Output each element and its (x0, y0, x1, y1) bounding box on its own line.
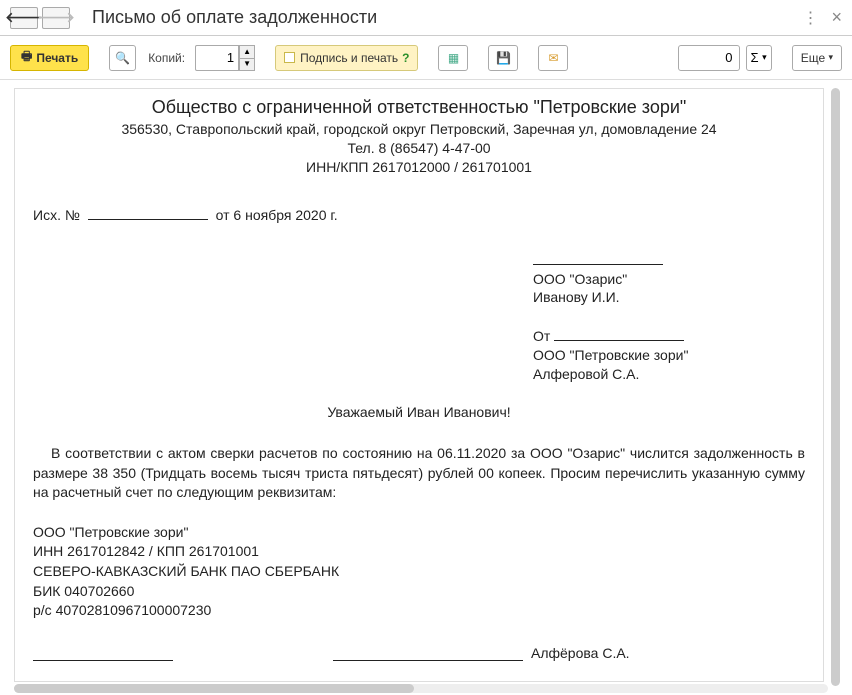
org-inn-kpp: ИНН/КПП 2617012000 / 261701001 (33, 158, 805, 177)
signature-row: Алфёрова С.А. (33, 645, 805, 661)
sign-button-label: Подпись и печать (300, 51, 398, 65)
nav-forward-button[interactable]: 🡒 (42, 7, 70, 29)
save-button[interactable]: 💾 (488, 45, 518, 71)
sum-function-button[interactable]: Σ ▾ (746, 45, 772, 71)
copies-up-button[interactable]: ▲ (239, 45, 255, 58)
checkbox-icon (284, 52, 295, 63)
close-icon[interactable]: × (831, 7, 842, 28)
sender-block: От ООО "Петровские зори" Алферовой С.А. (533, 327, 805, 384)
letter-body: В соответствии с актом сверки расчетов п… (33, 444, 805, 503)
printer-icon: 🖶 (21, 47, 32, 68)
recipient-person: Иванову И.И. (533, 289, 620, 305)
req-bank: СЕВЕРО-КАВКАЗСКИЙ БАНК ПАО СБЕРБАНК (33, 562, 805, 582)
kebab-menu-icon[interactable]: ⋮ (802, 8, 817, 28)
outgoing-ref: Исх. № от 6 ноября 2020 г. (33, 207, 805, 223)
req-org: ООО "Петровские зори" (33, 523, 805, 543)
preview-button[interactable]: 🔍 (109, 45, 136, 71)
document-viewport: Общество с ограниченной ответственностью… (0, 80, 852, 695)
sender-person: Алферовой С.А. (533, 366, 639, 382)
picture-icon: ▦ (448, 51, 459, 65)
picture-button[interactable]: ▦ (438, 45, 468, 71)
sign-and-stamp-button[interactable]: Подпись и печать ? (275, 45, 418, 71)
org-title: Общество с ограниченной ответственностью… (33, 97, 805, 118)
print-button-label: Печать (36, 51, 78, 65)
sigma-icon: Σ (751, 50, 759, 65)
nav-back-button[interactable]: 🡐 (10, 7, 38, 29)
sender-blank (554, 340, 684, 341)
req-account: р/с 40702810967100007230 (33, 601, 805, 621)
copies-spinner[interactable]: ▲ ▼ (195, 45, 255, 71)
from-label: От (533, 328, 550, 344)
ref-number-blank (88, 219, 208, 220)
document-page: Общество с ограниченной ответственностью… (14, 88, 824, 682)
recipient-block: ООО "Озарис" Иванову И.И. (533, 251, 805, 308)
req-bik: БИК 040702660 (33, 582, 805, 602)
org-phone: Тел. 8 (86547) 4-47-00 (33, 139, 805, 158)
sender-org: ООО "Петровские зори" (533, 347, 688, 363)
titlebar: 🡐 🡒 Письмо об оплате задолженности ⋮ × (0, 0, 852, 36)
ref-date: от 6 ноября 2020 г. (216, 207, 338, 223)
recipient-org: ООО "Озарис" (533, 271, 627, 287)
signature-blank-right (333, 660, 523, 661)
greeting: Уважаемый Иван Иванович! (33, 404, 805, 420)
horizontal-scrollbar[interactable] (14, 684, 828, 693)
ref-prefix: Исх. № (33, 207, 80, 223)
envelope-icon: ✉ (548, 51, 558, 65)
copies-down-button[interactable]: ▼ (239, 58, 255, 71)
req-inn: ИНН 2617012842 / КПП 261701001 (33, 542, 805, 562)
vertical-scrollbar[interactable] (831, 88, 840, 686)
window-title: Письмо об оплате задолженности (92, 7, 802, 28)
print-button[interactable]: 🖶 Печать (10, 45, 89, 71)
sum-input[interactable] (678, 45, 740, 71)
more-button-label: Еще (801, 51, 825, 65)
signature-blank-left (33, 660, 173, 661)
more-button[interactable]: Еще ▾ (792, 45, 842, 71)
floppy-icon: 💾 (496, 51, 511, 65)
toolbar: 🖶 Печать 🔍 Копий: ▲ ▼ Подпись и печать ?… (0, 36, 852, 80)
email-button[interactable]: ✉ (538, 45, 568, 71)
help-icon: ? (402, 51, 409, 65)
org-address: 356530, Ставропольский край, городской о… (33, 120, 805, 139)
magnifier-icon: 🔍 (115, 51, 130, 65)
requisites: ООО "Петровские зори" ИНН 2617012842 / К… (33, 523, 805, 621)
copies-label: Копий: (148, 51, 185, 65)
recipient-blank (533, 264, 663, 265)
copies-input[interactable] (195, 45, 239, 71)
horizontal-scrollbar-thumb[interactable] (14, 684, 414, 693)
signature-name: Алфёрова С.А. (531, 645, 630, 661)
